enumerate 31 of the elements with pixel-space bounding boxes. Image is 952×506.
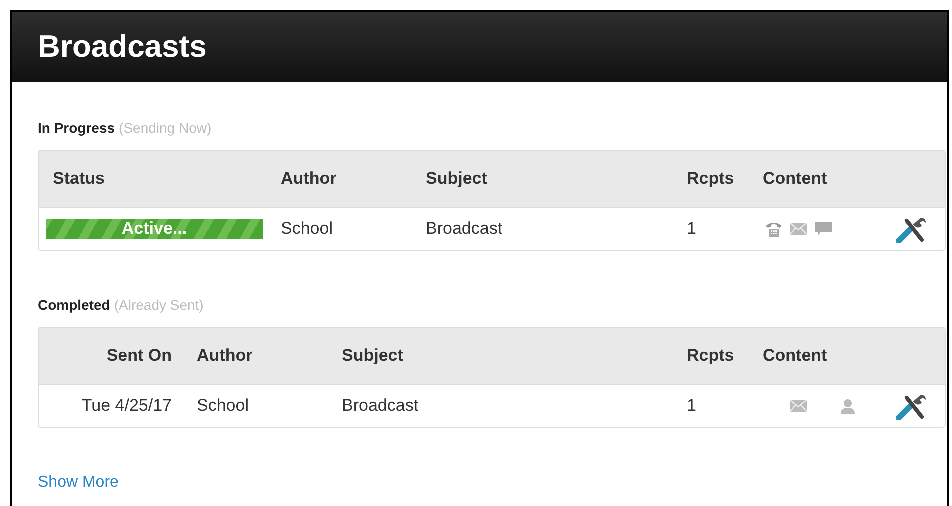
table-cell-text: 1 [687,396,698,416]
phone-icon [765,221,783,237]
column-header: Author [196,346,254,366]
section-note: (Already Sent) [114,297,204,313]
show-more-link[interactable]: Show More [38,474,119,492]
table-cell-text: School [281,219,334,239]
section-heading: In Progress [38,120,116,136]
page-title: Broadcasts [38,29,207,65]
table-cell-text: School [196,396,250,416]
envelope-icon [790,400,807,412]
chat-icon [815,222,832,236]
column-header: Sent On [106,346,173,366]
column-header: Content [763,169,828,189]
column-header: Content [763,346,828,366]
column-header: Status [52,169,106,189]
column-header: Subject [341,346,404,366]
table-cell-text: Broadcast [341,396,420,416]
status-badge: Active... [46,219,263,239]
section-heading: Completed [38,297,110,313]
table-cell-text: Broadcast [426,219,504,239]
envelope-icon [790,223,807,235]
tools-icon[interactable] [895,392,927,420]
table-cell-text: 1 [687,219,698,239]
column-header: Author [281,169,338,189]
person-icon [841,398,855,414]
table-cell: Tue 4/25/17 [82,396,172,415]
column-header: Rcpts [687,169,736,189]
column-header: Rcpts [687,346,736,366]
tools-icon[interactable] [895,215,927,243]
section-note: (Sending Now) [119,120,212,136]
column-header: Subject [426,169,488,189]
